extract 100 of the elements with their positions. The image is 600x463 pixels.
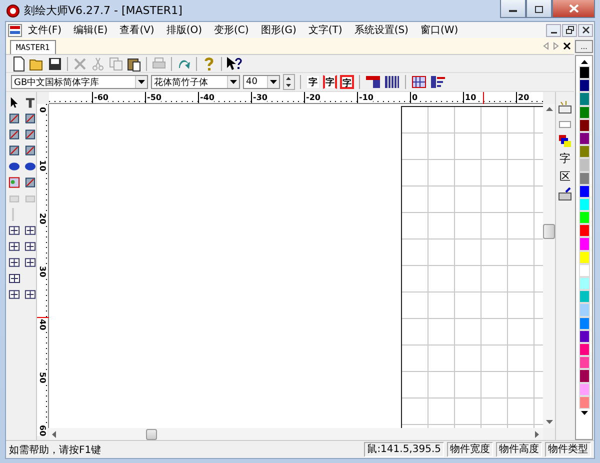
grid-pattern-icon[interactable] [365, 75, 381, 89]
minimize-button[interactable] [546, 24, 561, 36]
color-blocks-icon[interactable] [558, 134, 572, 148]
color-swatch[interactable] [578, 277, 590, 290]
ellipse-icon[interactable] [24, 160, 36, 173]
color-swatch[interactable] [578, 198, 590, 212]
separator-icon [12, 208, 14, 221]
bars-icon[interactable] [430, 75, 446, 89]
color-swatch[interactable] [578, 264, 590, 277]
grid-icon[interactable] [384, 75, 400, 89]
object-type: 物件类型 [545, 442, 591, 457]
color-swatch[interactable] [578, 184, 590, 198]
object-height: 物件高度 [496, 442, 542, 457]
close-button[interactable] [578, 24, 593, 36]
text-effect-icon[interactable] [558, 100, 572, 114]
color-swatch[interactable] [578, 145, 590, 158]
color-swatch[interactable] [578, 342, 590, 356]
save-icon[interactable] [47, 56, 63, 72]
character-style-button[interactable]: 字 [340, 75, 354, 89]
side-panel-button[interactable]: 字 [557, 151, 573, 166]
color-swatch[interactable] [578, 79, 590, 92]
restore-icon [566, 26, 574, 34]
vertical-scrollbar[interactable] [543, 104, 555, 428]
menu-item[interactable]: 文件(F) [22, 23, 68, 37]
menu-item[interactable]: 编辑(E) [68, 23, 114, 37]
grid-layout-icon[interactable] [411, 75, 427, 89]
character-style-button[interactable]: 字 [306, 75, 320, 89]
ruler-label: 60 [37, 425, 47, 436]
paste-icon[interactable] [126, 56, 142, 72]
color-swatch[interactable] [578, 396, 590, 409]
font-name-dropdown[interactable]: 花体简竹子体 [151, 75, 240, 89]
plotter-icon[interactable] [558, 187, 572, 201]
ruler-label: -60 [92, 92, 108, 103]
color-swatch[interactable] [578, 290, 590, 304]
close-icon [582, 26, 590, 34]
dropdown-arrow-icon [138, 80, 145, 84]
menu-item[interactable]: 排版(O) [160, 23, 208, 37]
horizontal-scrollbar[interactable] [49, 428, 543, 440]
ruler-label: 20 [516, 92, 530, 103]
close-button[interactable] [552, 0, 595, 18]
document-tab[interactable]: MASTER1 [10, 40, 56, 54]
scroll-right-icon[interactable] [535, 430, 540, 438]
ruler-label: -10 [357, 92, 374, 103]
color-swatch[interactable] [578, 118, 590, 132]
ruler-label: 20 [37, 213, 47, 224]
color-swatch[interactable] [578, 66, 590, 80]
ruler-label: -40 [198, 92, 214, 103]
minimize-button[interactable] [500, 0, 526, 18]
ruler-label: -30 [251, 92, 268, 103]
context-help-icon[interactable] [226, 56, 242, 72]
ruler-label: 0 [37, 107, 47, 113]
font-size-dropdown[interactable]: 40 [243, 75, 280, 89]
font-library-dropdown[interactable]: GB中文国标简体字库 [11, 75, 148, 89]
scroll-left-icon[interactable] [52, 430, 57, 438]
color-swatch[interactable] [578, 316, 590, 330]
next-tab-icon[interactable] [553, 42, 559, 50]
color-swatch[interactable] [578, 382, 590, 396]
window-title: 刻绘大师V6.27.7 - [MASTER1] [24, 3, 182, 18]
color-swatch[interactable] [578, 224, 590, 238]
mouse-position: 鼠:141.5,395.5 [364, 442, 444, 457]
object-width: 物件宽度 [447, 442, 493, 457]
picture-icon[interactable] [8, 176, 20, 189]
menu-item[interactable]: 文字(T) [302, 23, 348, 37]
color-swatch[interactable] [578, 92, 590, 106]
ruler-label: -20 [304, 92, 320, 103]
scroll-thumb[interactable] [146, 428, 156, 440]
color-swatch[interactable] [578, 132, 590, 146]
menu-item[interactable]: 系统设置(S) [348, 23, 414, 37]
menu-item[interactable]: 变形(C) [208, 23, 255, 37]
close-tab-icon[interactable] [563, 42, 571, 50]
more-colors-button[interactable]: ... [575, 40, 593, 53]
color-swatch[interactable] [578, 211, 590, 224]
scroll-thumb[interactable] [543, 224, 555, 238]
color-swatch[interactable] [578, 369, 590, 382]
color-swatch[interactable] [578, 330, 590, 343]
menu-item[interactable]: 窗口(W) [414, 23, 464, 37]
pointer-icon[interactable] [8, 96, 20, 109]
color-swatch[interactable] [578, 356, 590, 370]
color-swatch[interactable] [578, 172, 590, 185]
scroll-up-icon[interactable] [580, 60, 588, 64]
side-panel-button[interactable]: 区 [557, 169, 573, 184]
ruler-label: 10 [37, 160, 47, 172]
color-swatch[interactable] [578, 158, 590, 172]
character-style-button[interactable]: 字 [323, 75, 337, 89]
menu-item[interactable]: 查看(V) [114, 23, 160, 37]
previous-tab-icon[interactable] [543, 42, 549, 50]
status-help-text: 如需帮助，请按F1键 [9, 444, 102, 456]
color-swatch[interactable] [578, 250, 590, 264]
color-swatch[interactable] [578, 237, 590, 251]
menu-item[interactable]: 图形(G) [254, 23, 302, 37]
restore-button[interactable] [562, 24, 577, 36]
text-tool-icon[interactable] [24, 96, 36, 109]
ruler-label: 30 [37, 266, 47, 278]
ruler-label: 40 [37, 319, 47, 330]
maximize-button[interactable] [526, 0, 552, 18]
font-size-spinner[interactable] [283, 74, 295, 90]
ruler-label: -50 [145, 92, 162, 103]
color-swatch[interactable] [578, 303, 590, 317]
dropdown-arrow-icon [270, 80, 277, 84]
color-swatch[interactable] [578, 106, 590, 119]
